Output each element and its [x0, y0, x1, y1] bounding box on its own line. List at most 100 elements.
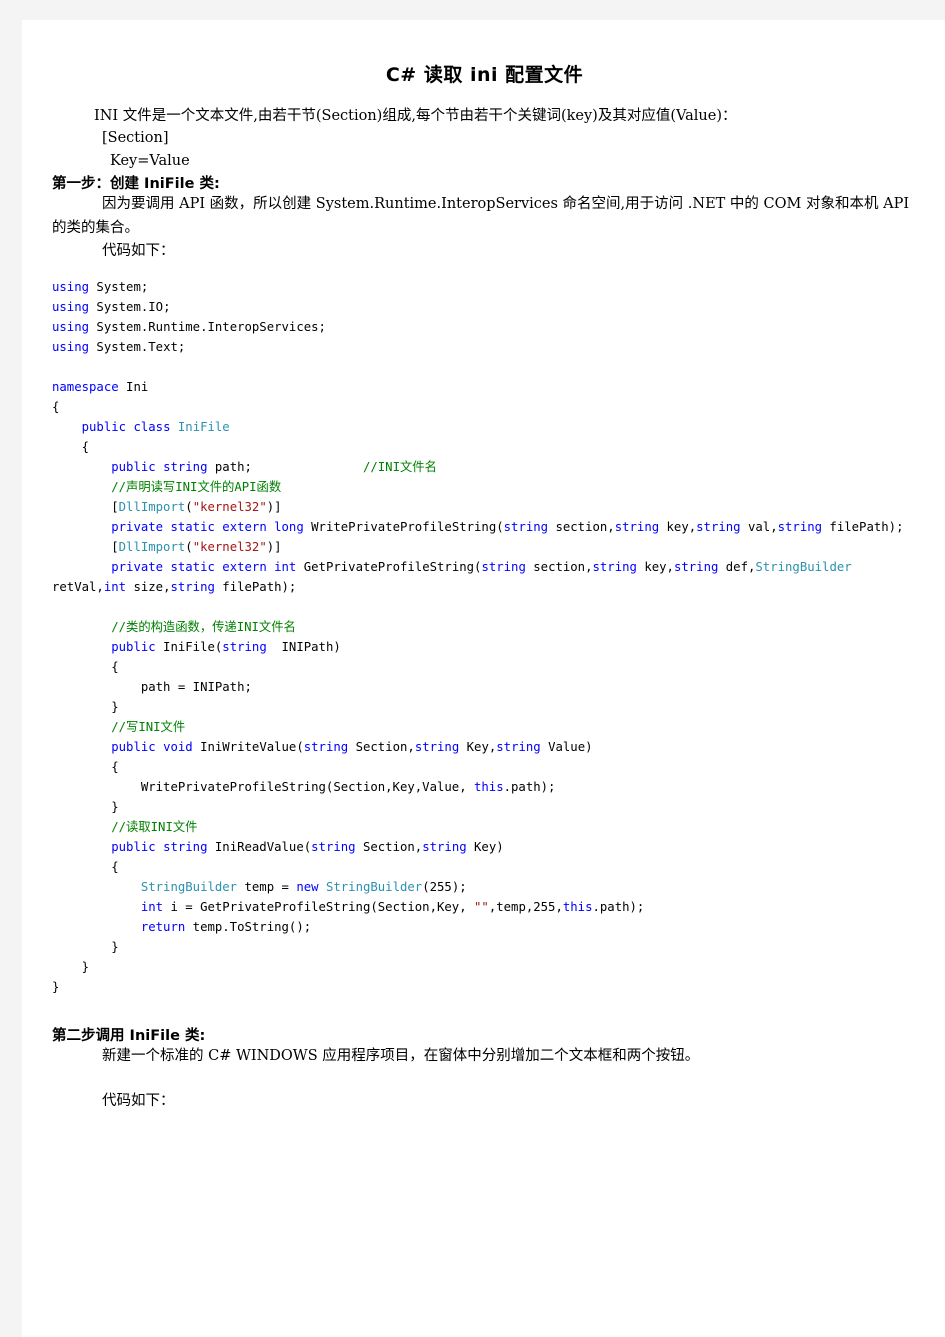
code-token: Key) [466, 839, 504, 854]
code-token: string [222, 639, 267, 654]
code-token: public [81, 419, 127, 434]
code-line: public string path; //INI文件名 [52, 458, 917, 478]
code-line: { [52, 438, 917, 458]
code-token: temp.ToString(); [185, 919, 312, 934]
code-token: ( [185, 499, 193, 514]
code-line: { [52, 398, 917, 418]
code-token: string [303, 739, 349, 754]
code-token: int [103, 579, 127, 594]
document-page: C# 读取 ini 配置文件 INI 文件是一个文本文件,由若干节(Sectio… [22, 20, 945, 1337]
document-content: C# 读取 ini 配置文件 INI 文件是一个文本文件,由若干节(Sectio… [22, 20, 945, 1114]
code-token: using [52, 319, 90, 334]
code-token: //INI文件名 [362, 459, 437, 474]
code-token: "" [474, 899, 489, 914]
code-line: [DllImport("kernel32")] [52, 498, 917, 518]
code-token: string [777, 519, 823, 534]
code-token: } [111, 699, 119, 714]
code-line: public class IniFile [52, 418, 917, 438]
code-line: [DllImport("kernel32")] [52, 538, 917, 558]
code-token: long [274, 519, 304, 534]
code-line: path = INIPath; [52, 678, 917, 698]
code-token: static [170, 519, 215, 534]
code-token: string [503, 519, 549, 534]
code-token: namespace [52, 379, 119, 394]
code-token: void [163, 739, 193, 754]
code-token: )] [266, 499, 282, 514]
code-token: { [111, 859, 119, 874]
code-token: System; [89, 279, 149, 294]
code-line: return temp.ToString(); [52, 918, 917, 938]
code-token: string [614, 519, 660, 534]
code-token: Key, [459, 739, 497, 754]
code-token: //写INI文件 [111, 719, 186, 734]
code-line: public void IniWriteValue(string Section… [52, 738, 917, 758]
step-two-heading: 第二步调用 IniFile 类: [52, 1027, 206, 1044]
code-line: int i = GetPrivateProfileString(Section,… [52, 898, 917, 918]
code-token: System.Text; [89, 339, 186, 354]
code-token: string [170, 579, 215, 594]
code-line: WritePrivateProfileString(Section,Key,Va… [52, 778, 917, 798]
code-line: } [52, 938, 917, 958]
code-line: { [52, 758, 917, 778]
code-token: INIPath) [266, 639, 341, 654]
code-token: string [163, 839, 208, 854]
step-one-paragraph: 因为要调用 API 函数，所以创建 System.Runtime.Interop… [52, 196, 910, 236]
code-token: string [414, 739, 460, 754]
code-token: .path); [503, 779, 556, 794]
code-listing: using System; using System.IO; using Syste… [52, 278, 917, 998]
code-token: this [562, 899, 593, 914]
code-line: //写INI文件 [52, 718, 917, 738]
step-one-code-label: 代码如下： [102, 243, 175, 260]
code-token: "kernel32" [192, 539, 267, 554]
code-token: temp = [237, 879, 297, 894]
code-token: using [52, 339, 90, 354]
code-line: StringBuilder temp = new StringBuilder(2… [52, 878, 917, 898]
code-token: string [481, 559, 526, 574]
code-token: using [52, 279, 90, 294]
code-line: } [52, 958, 917, 978]
code-token: path; [207, 459, 252, 474]
code-token: key, [636, 559, 674, 574]
code-line: { [52, 658, 917, 678]
code-token: new [296, 879, 319, 894]
code-token: "kernel32" [192, 499, 267, 514]
code-token: this [474, 779, 504, 794]
code-token: static [170, 559, 215, 574]
code-line: private static extern int GetPrivateProf… [52, 558, 917, 598]
code-token: //读取INI文件 [111, 819, 198, 834]
code-token: { [111, 759, 119, 774]
intro-block: INI 文件是一个文本文件,由若干节(Section)组成,每个节由若干个关键词… [52, 105, 917, 172]
code-token: StringBuilder [140, 879, 238, 894]
code-token: } [111, 799, 119, 814]
code-token: return [140, 919, 186, 934]
code-token: //声明读写INI文件的API函数 [111, 479, 282, 494]
code-token: [ [111, 499, 119, 514]
code-token: public [111, 459, 156, 474]
code-token: using [52, 299, 90, 314]
code-token: IniFile( [155, 639, 223, 654]
code-token: Value) [540, 739, 593, 754]
code-token: filePath); [822, 519, 904, 534]
code-token: extern [222, 519, 267, 534]
code-token: extern [222, 559, 267, 574]
code-token: Section, [348, 739, 415, 754]
code-token: Section, [355, 839, 423, 854]
code-token: (255); [422, 879, 467, 894]
code-token: System.Runtime.InteropServices; [89, 319, 326, 334]
code-line: } [52, 698, 917, 718]
code-line: //声明读写INI文件的API函数 [52, 478, 917, 498]
code-line: using System; [52, 278, 917, 298]
code-token: System.IO; [89, 299, 171, 314]
code-token: //类的构造函数，传递INI文件名 [111, 619, 296, 634]
code-line: public IniFile(string INIPath) [52, 638, 917, 658]
code-line: private static extern long WritePrivateP… [52, 518, 917, 538]
code-token: DllImport [118, 499, 186, 514]
